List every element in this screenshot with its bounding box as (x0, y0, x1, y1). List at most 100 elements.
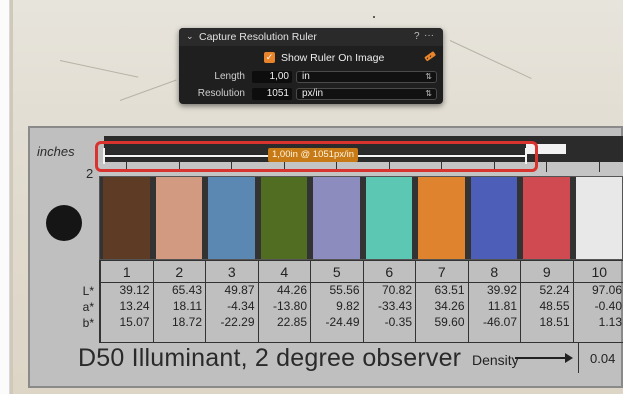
lab-value-cell: 63.51 34.26 59.60 (415, 282, 468, 342)
lab-value-a: 13.24 (119, 299, 150, 313)
density-value: 0.04 (590, 351, 616, 366)
column-number: 8 (467, 260, 521, 282)
resolution-label: Resolution (197, 88, 245, 99)
column-number: 5 (310, 260, 363, 282)
resolution-unit-select[interactable]: px/in ⇅ (296, 88, 437, 100)
density-arrow-icon (515, 353, 573, 363)
lab-value-cell: 97.06 -0.40 1.13 (572, 282, 623, 342)
column-number: 4 (257, 260, 311, 282)
lab-value-b: 22.85 (276, 315, 307, 329)
lab-value-b: 1.13 (598, 315, 622, 329)
color-patches (99, 176, 623, 260)
scale-tick (546, 162, 548, 172)
column-number: 2 (152, 260, 206, 282)
scale-tick (598, 162, 600, 172)
color-patch (575, 177, 622, 259)
lab-value-a: -4.34 (227, 299, 255, 313)
paper-seam (10, 0, 13, 394)
lab-value-cell: 39.12 13.24 15.07 (100, 282, 153, 342)
ruler-start-handle[interactable] (103, 148, 105, 164)
lab-value-b: -0.35 (384, 315, 412, 329)
color-patch (260, 177, 307, 259)
row-label-l: L* (82, 284, 94, 298)
lab-value-l: 44.26 (276, 283, 307, 297)
resolution-unit-value: px/in (302, 88, 324, 99)
row-label-b: b* (82, 316, 94, 330)
ruler-end-handle[interactable] (525, 148, 527, 164)
lab-value-b: 59.60 (434, 315, 465, 329)
resolution-input[interactable]: 1051 (252, 88, 292, 100)
lab-value-l: 39.92 (486, 283, 517, 297)
dust-speck (373, 16, 375, 18)
lab-values-table: 1 39.12 13.24 15.07 2 65.43 18.11 18.72 3 49.87 -4… (99, 260, 623, 343)
color-patch (208, 177, 255, 259)
table-rule (99, 342, 623, 343)
lab-value-l: 70.82 (381, 283, 412, 297)
row-label-a: a* (82, 300, 94, 314)
table-rule (99, 282, 623, 283)
length-label: Length (214, 71, 245, 82)
illuminant-caption: D50 Illuminant, 2 degree observer (78, 344, 462, 372)
lab-value-b: -22.29 (220, 315, 255, 329)
column-number: 7 (415, 260, 468, 282)
lab-value-b: 15.07 (119, 315, 150, 329)
lab-value-l: 49.87 (224, 283, 255, 297)
chevron-down-icon[interactable]: ⌄ (186, 31, 194, 42)
lab-value-a: 18.11 (172, 299, 202, 313)
select-arrows-icon: ⇅ (425, 72, 432, 81)
lab-value-a: -13.80 (272, 299, 307, 313)
help-button[interactable]: ? (414, 31, 420, 42)
lab-value-cell: 65.43 18.11 18.72 (152, 282, 206, 342)
column-number: 6 (362, 260, 416, 282)
lab-value-b: -24.49 (325, 315, 360, 329)
column-number: 9 (520, 260, 573, 282)
lab-value-cell: 52.24 48.55 18.51 (520, 282, 573, 342)
lab-value-cell: 70.82 -33.43 -0.35 (362, 282, 416, 342)
target-units-label: inches (37, 144, 75, 159)
lab-value-b: 18.72 (171, 315, 202, 329)
panel-title: Capture Resolution Ruler (199, 31, 317, 43)
table-rule (99, 260, 623, 261)
density-label: Density (472, 352, 519, 368)
color-patch (313, 177, 360, 259)
length-input[interactable]: 1,00 (252, 71, 292, 83)
lab-value-a: 11.81 (487, 299, 517, 313)
length-unit-value: in (302, 71, 310, 82)
lab-value-l: 39.12 (119, 283, 150, 297)
lab-value-a: 9.82 (336, 299, 360, 313)
ruler-icon[interactable] (423, 51, 437, 63)
lab-value-a: -33.43 (377, 299, 412, 313)
lab-value-a: 34.26 (434, 299, 465, 313)
capture-resolution-ruler-panel: ⌄ Capture Resolution Ruler ? ··· ✓ Show … (179, 28, 443, 104)
column-number: 10 (572, 260, 623, 282)
lab-value-l: 52.24 (539, 283, 570, 297)
color-patch (155, 177, 202, 259)
color-patch (418, 177, 465, 259)
show-ruler-checkbox[interactable]: ✓ (264, 52, 275, 63)
color-patch (470, 177, 517, 259)
show-ruler-label[interactable]: Show Ruler On Image (281, 52, 384, 64)
color-patch (523, 177, 570, 259)
column-number: 1 (100, 260, 153, 282)
lab-value-l: 63.51 (434, 283, 465, 297)
lab-value-l: 97.06 (591, 283, 622, 297)
ruler-measurement-label: 1,00in @ 1051px/in (268, 148, 359, 162)
lab-value-l: 65.43 (171, 283, 202, 297)
lab-value-a: -0.40 (594, 299, 622, 313)
length-unit-select[interactable]: in ⇅ (296, 71, 437, 83)
lab-value-b: 18.51 (539, 315, 570, 329)
panel-header[interactable]: ⌄ Capture Resolution Ruler ? ··· (179, 28, 443, 46)
more-options-button[interactable]: ··· (424, 30, 434, 41)
lab-value-b: -46.07 (482, 315, 517, 329)
canvas-edge (0, 0, 10, 394)
column-number: 3 (205, 260, 258, 282)
lab-value-a: 48.55 (539, 299, 570, 313)
photo-canvas: inches 2 1 39.12 13.24 15.07 2 65.43 18.11 18.7… (0, 0, 623, 394)
lab-value-cell: 55.56 9.82 -24.49 (310, 282, 363, 342)
lab-value-l: 55.56 (329, 283, 360, 297)
target-scale-start: 2 (86, 166, 94, 181)
color-patch (365, 177, 412, 259)
lab-value-cell: 49.87 -4.34 -22.29 (205, 282, 258, 342)
color-patch (103, 177, 150, 259)
lab-value-cell: 39.92 11.81 -46.07 (467, 282, 521, 342)
